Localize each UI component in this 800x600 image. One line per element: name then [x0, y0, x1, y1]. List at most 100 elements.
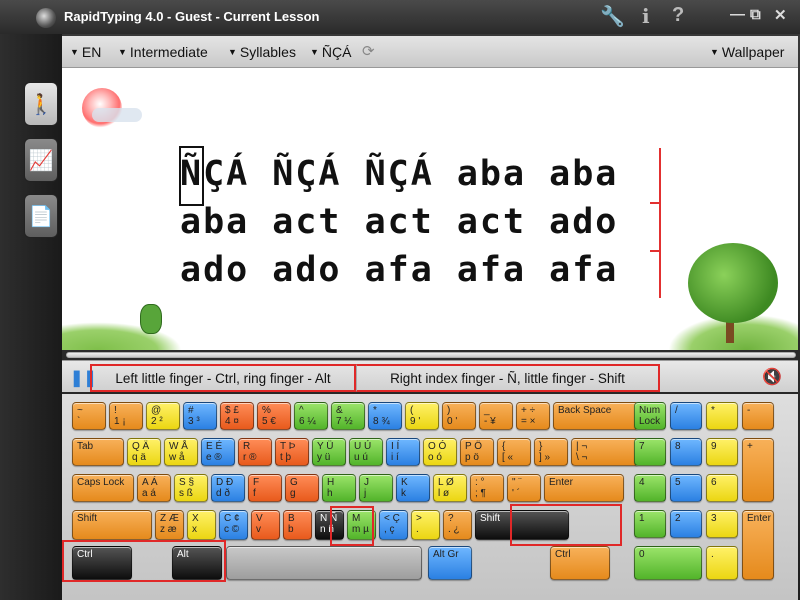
- key-e[interactable]: E Ée ®: [201, 438, 235, 466]
- refresh-icon[interactable]: ⟳: [362, 42, 375, 60]
- key-6[interactable]: 6: [706, 474, 738, 502]
- key-w[interactable]: W Åw å: [164, 438, 198, 466]
- key-[interactable]: + ÷ = ×: [516, 402, 550, 430]
- key-[interactable]: < Ç, ç: [379, 510, 408, 540]
- key-o[interactable]: O Óo ó: [423, 438, 457, 466]
- key-top-label: X: [192, 513, 199, 524]
- help-icon[interactable]: ?: [672, 4, 684, 27]
- key-[interactable]: ) 0 ': [442, 402, 476, 430]
- key-9[interactable]: 9: [706, 438, 738, 466]
- key-[interactable]: * 8 ¾: [368, 402, 402, 430]
- key-x[interactable]: Xx: [187, 510, 216, 540]
- key-[interactable]: % 5 €: [257, 402, 291, 430]
- key-[interactable]: _ - ¥: [479, 402, 513, 430]
- key-[interactable]: /: [670, 402, 702, 430]
- sound-mute-icon[interactable]: 🔇: [762, 367, 782, 387]
- key-[interactable]: " ¨ ' ´: [507, 474, 541, 502]
- key-top-label: *: [711, 405, 715, 416]
- key-top-label: P Ö: [465, 441, 483, 452]
- key-top-label: Ctrl: [555, 549, 571, 560]
- level-dropdown[interactable]: ▼ Intermediate: [118, 44, 208, 60]
- cloud-decoration: [92, 108, 142, 122]
- key-3[interactable]: 3: [706, 510, 738, 538]
- key-c[interactable]: C ¢ c ©: [219, 510, 248, 540]
- key-[interactable]: .: [706, 546, 738, 580]
- settings-wrench-icon[interactable]: 🔧: [600, 4, 625, 29]
- key-5[interactable]: 5: [670, 474, 702, 502]
- key-tab[interactable]: Tab: [72, 438, 124, 466]
- close-icon[interactable]: ✕: [774, 6, 787, 24]
- key-t[interactable]: T Þt þ: [275, 438, 309, 466]
- key-2[interactable]: 2: [670, 510, 702, 538]
- statistics-chart-icon[interactable]: 📈: [24, 138, 58, 182]
- key-num-lock[interactable]: Num Lock: [634, 402, 666, 430]
- key-top-label: _: [484, 405, 490, 416]
- maximize-icon[interactable]: ⧉: [750, 6, 761, 23]
- key-d[interactable]: D Ðd ð: [211, 474, 245, 502]
- key-j[interactable]: Jj: [359, 474, 393, 502]
- key-s[interactable]: S § s ß: [174, 474, 208, 502]
- key-[interactable]: : °; ¶: [470, 474, 504, 502]
- key-[interactable]: (9 ': [405, 402, 439, 430]
- key-[interactable]: | ¬ \ ¬: [571, 438, 639, 466]
- key-top-label: 9: [711, 441, 717, 452]
- key-q[interactable]: Q Äq ä: [127, 438, 161, 466]
- key-[interactable]: -: [742, 402, 774, 430]
- key-[interactable]: {[ «: [497, 438, 531, 466]
- mode-dropdown[interactable]: ▼ Syllables: [228, 44, 296, 60]
- wallpaper-dropdown[interactable]: ▼ Wallpaper: [710, 44, 784, 60]
- key-[interactable]: ? . ¿: [443, 510, 472, 540]
- key-v[interactable]: Vv: [251, 510, 280, 540]
- key-k[interactable]: Kk: [396, 474, 430, 502]
- key-[interactable]: ! 1 ¡: [109, 402, 143, 430]
- key-r[interactable]: Rr ®: [238, 438, 272, 466]
- key-enter[interactable]: Enter: [544, 474, 624, 502]
- minimize-icon[interactable]: —: [730, 6, 745, 23]
- key-y[interactable]: Y Üy ü: [312, 438, 346, 466]
- key-7[interactable]: 7: [634, 438, 666, 466]
- key-z[interactable]: Z Æz æ: [155, 510, 184, 540]
- lesson-walker-icon[interactable]: 🚶: [24, 82, 58, 126]
- key-[interactable]: +: [742, 438, 774, 502]
- key-4[interactable]: 4: [634, 474, 666, 502]
- lesson-area[interactable]: ÑÇÁ ÑÇÁ ÑÇÁ aba aba aba act act act ado ad…: [62, 68, 798, 350]
- key-[interactable]: }] »: [534, 438, 568, 466]
- key-a[interactable]: A Áa á: [137, 474, 171, 502]
- key-bottom-label: ] »: [539, 452, 551, 463]
- key-bottom-label: h: [327, 488, 333, 499]
- key-bottom-label: v: [256, 524, 261, 535]
- key-back-space[interactable]: Back Space: [553, 402, 639, 430]
- key-bottom-label: 7 ½: [336, 416, 353, 427]
- key-alt-gr[interactable]: Alt Gr: [428, 546, 472, 580]
- key-[interactable]: & 7 ½: [331, 402, 365, 430]
- key-l[interactable]: L Øl ø: [433, 474, 467, 502]
- key-i[interactable]: I Íi í: [386, 438, 420, 466]
- key-[interactable]: ~ `: [72, 402, 106, 430]
- key-f[interactable]: Ff: [248, 474, 282, 502]
- key-[interactable]: ^ 6 ¼: [294, 402, 328, 430]
- key-b[interactable]: Bb: [283, 510, 312, 540]
- key-[interactable]: @2 ²: [146, 402, 180, 430]
- key-top-label: C ¢: [224, 513, 240, 524]
- key-h[interactable]: Hh: [322, 474, 356, 502]
- key-0[interactable]: 0: [634, 546, 702, 580]
- key-[interactable]: *: [706, 402, 738, 430]
- key-ctrl[interactable]: Ctrl: [550, 546, 610, 580]
- key-caps-lock[interactable]: Caps Lock: [72, 474, 134, 502]
- info-icon[interactable]: i: [642, 4, 650, 28]
- key-u[interactable]: U Úu ú: [349, 438, 383, 466]
- key-[interactable]: $ £4 ¤: [220, 402, 254, 430]
- lesson-editor-icon[interactable]: 📄: [24, 194, 58, 238]
- key-[interactable]: >.: [411, 510, 440, 540]
- key-1[interactable]: 1: [634, 510, 666, 538]
- language-dropdown[interactable]: ▼ EN: [70, 44, 101, 60]
- key-shift[interactable]: Shift: [72, 510, 152, 540]
- key-g[interactable]: Gg: [285, 474, 319, 502]
- key-space[interactable]: [226, 546, 422, 580]
- charset-dropdown[interactable]: ▼ ÑÇÁ: [310, 44, 351, 60]
- key-bottom-label: g: [290, 488, 296, 499]
- key-8[interactable]: 8: [670, 438, 702, 466]
- key-[interactable]: #3 ³: [183, 402, 217, 430]
- key-enter[interactable]: Enter: [742, 510, 774, 580]
- key-p[interactable]: P Öp ö: [460, 438, 494, 466]
